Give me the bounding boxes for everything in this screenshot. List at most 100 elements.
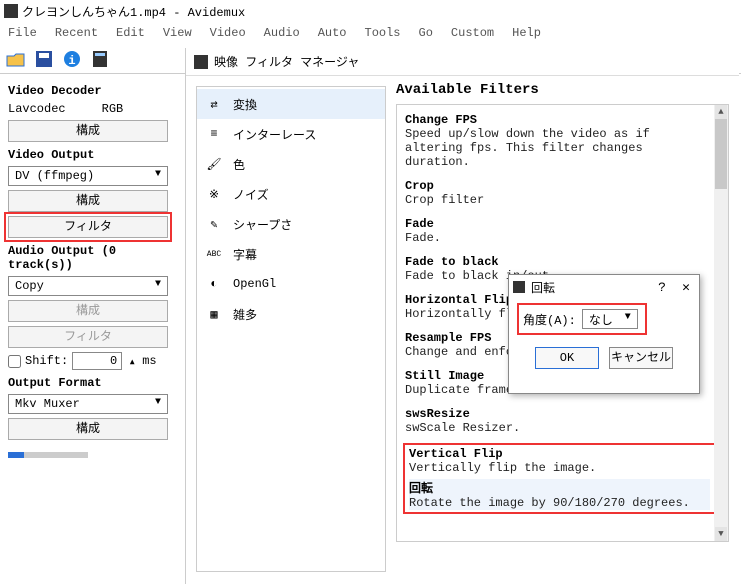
- subtitle-icon: ABC: [205, 247, 223, 261]
- scroll-up-icon[interactable]: ▲: [715, 105, 727, 119]
- rotate-dialog: 回転 ? ✕ 角度(A): なし ▼ OK キャンセル: [508, 274, 700, 394]
- filter-name: Fade to black: [405, 255, 714, 269]
- interlace-icon: ≡: [205, 127, 223, 141]
- filter-item[interactable]: Change FPSSpeed up/slow down the video a…: [405, 113, 714, 169]
- app-icon: [194, 55, 208, 69]
- titlebar: クレヨンしんちゃん1.mp4 - Avidemux: [0, 0, 741, 22]
- rotate-highlight-box: Vertical FlipVertically flip the image. …: [405, 445, 714, 512]
- menu-edit[interactable]: Edit: [116, 26, 145, 40]
- scroll-down-icon[interactable]: ▼: [715, 527, 727, 541]
- cat-interlace[interactable]: ≡ インターレース: [197, 119, 385, 149]
- video-filter-button[interactable]: フィルタ: [8, 216, 168, 238]
- cat-subtitle[interactable]: ABC 字幕: [197, 239, 385, 269]
- filter-item[interactable]: Vertical FlipVertically flip the image.: [409, 447, 710, 475]
- audio-output-select[interactable]: Copy ▼: [8, 276, 168, 296]
- menu-recent[interactable]: Recent: [55, 26, 98, 40]
- shift-row: Shift: ▴ ms: [8, 352, 177, 370]
- menu-custom[interactable]: Custom: [451, 26, 494, 40]
- timeline-slider[interactable]: [8, 452, 88, 458]
- stepper-icon[interactable]: ▴: [126, 354, 138, 369]
- shift-label: Shift:: [25, 354, 68, 368]
- chevron-down-icon: ▼: [151, 279, 165, 293]
- format-configure-button[interactable]: 構成: [8, 418, 168, 440]
- filter-manager-titlebar: 映像 フィルタ マネージャ: [186, 48, 739, 76]
- decoder-mode: RGB: [102, 102, 124, 116]
- angle-label: 角度(A):: [523, 311, 576, 328]
- output-format-value: Mkv Muxer: [15, 397, 80, 411]
- menu-video[interactable]: Video: [210, 26, 246, 40]
- cat-label: 色: [233, 156, 245, 173]
- filter-desc: Speed up/slow down the video as if alter…: [405, 127, 714, 169]
- chevron-down-icon: ▼: [151, 397, 165, 411]
- window-title: クレヨンしんちゃん1.mp4 - Avidemux: [22, 3, 245, 20]
- output-format-heading: Output Format: [8, 376, 177, 390]
- filter-manager-title: 映像 フィルタ マネージャ: [214, 53, 359, 70]
- menu-help[interactable]: Help: [512, 26, 541, 40]
- angle-value: なし: [589, 311, 613, 328]
- filter-name: Fade: [405, 217, 714, 231]
- scroll-thumb[interactable]: [715, 119, 727, 189]
- menu-audio[interactable]: Audio: [264, 26, 300, 40]
- decoder-info: Lavcodec RGB: [8, 102, 177, 116]
- output-format-select[interactable]: Mkv Muxer ▼: [8, 394, 168, 414]
- filter-name: 回転: [409, 479, 710, 496]
- dialog-buttons: OK キャンセル: [519, 347, 689, 369]
- left-panel: Video Decoder Lavcodec RGB 構成 Video Outp…: [0, 74, 185, 584]
- shift-checkbox-input[interactable]: [8, 355, 21, 368]
- menu-file[interactable]: File: [8, 26, 37, 40]
- svg-text:i: i: [68, 54, 75, 68]
- audio-output-heading: Audio Output (0 track(s)): [8, 244, 177, 272]
- decoder-configure-button[interactable]: 構成: [8, 120, 168, 142]
- category-list: ⇄変換 ≡ インターレース 🖌色 ※ノイズ ✎シャープさ ABC 字幕 ◐OpenG…: [196, 86, 386, 572]
- open-icon[interactable]: [4, 47, 28, 71]
- menu-go[interactable]: Go: [419, 26, 433, 40]
- transform-icon: ⇄: [205, 97, 223, 111]
- menubar: File Recent Edit View Video Audio Auto T…: [0, 22, 741, 44]
- filter-item[interactable]: FadeFade.: [405, 217, 714, 245]
- close-icon[interactable]: ✕: [677, 280, 695, 295]
- cat-opengl[interactable]: ◐OpenGl: [197, 269, 385, 299]
- help-icon[interactable]: ?: [653, 280, 671, 295]
- filter-desc: Vertically flip the image.: [409, 461, 710, 475]
- misc-icon: ▦: [205, 307, 223, 321]
- cat-noise[interactable]: ※ノイズ: [197, 179, 385, 209]
- cat-sharpness[interactable]: ✎シャープさ: [197, 209, 385, 239]
- info-icon[interactable]: i: [60, 47, 84, 71]
- menu-tools[interactable]: Tools: [365, 26, 401, 40]
- dialog-body: 角度(A): なし ▼ OK キャンセル: [509, 299, 699, 375]
- filter-desc: Crop filter: [405, 193, 714, 207]
- filter-item[interactable]: swsResizeswScale Resizer.: [405, 407, 714, 435]
- menu-auto[interactable]: Auto: [318, 26, 347, 40]
- cat-color[interactable]: 🖌色: [197, 149, 385, 179]
- angle-select[interactable]: なし ▼: [582, 309, 638, 329]
- audio-configure-button: 構成: [8, 300, 168, 322]
- noise-icon: ※: [205, 187, 223, 201]
- video-decoder-heading: Video Decoder: [8, 84, 177, 98]
- cat-label: シャープさ: [233, 216, 292, 233]
- menu-view[interactable]: View: [163, 26, 192, 40]
- scrollbar[interactable]: ▲ ▼: [714, 105, 728, 541]
- dialog-titlebar[interactable]: 回転 ? ✕: [509, 275, 699, 299]
- cat-misc[interactable]: ▦雑多: [197, 299, 385, 329]
- filter-name: Change FPS: [405, 113, 714, 127]
- cat-transform[interactable]: ⇄変換: [197, 89, 385, 119]
- shift-value-input[interactable]: [72, 352, 122, 370]
- shift-checkbox[interactable]: Shift:: [8, 354, 68, 368]
- ok-button[interactable]: OK: [535, 347, 599, 369]
- cancel-button[interactable]: キャンセル: [609, 347, 673, 369]
- save-icon[interactable]: [32, 47, 56, 71]
- video-output-select[interactable]: DV (ffmpeg) ▼: [8, 166, 168, 186]
- filter-desc: swScale Resizer.: [405, 421, 714, 435]
- cat-label: インターレース: [233, 126, 316, 143]
- filter-item[interactable]: CropCrop filter: [405, 179, 714, 207]
- chevron-down-icon: ▼: [621, 312, 635, 326]
- filter-item-rotate[interactable]: 回転Rotate the image by 90/180/270 degrees…: [409, 479, 710, 510]
- video-configure-button[interactable]: 構成: [8, 190, 168, 212]
- angle-row: 角度(A): なし ▼: [519, 305, 645, 333]
- calculator-icon[interactable]: [88, 47, 112, 71]
- video-output-value: DV (ffmpeg): [15, 169, 94, 183]
- filter-desc: Fade.: [405, 231, 714, 245]
- app-icon: [4, 4, 18, 18]
- dialog-title: 回転: [531, 279, 555, 296]
- cat-label: 字幕: [233, 246, 257, 263]
